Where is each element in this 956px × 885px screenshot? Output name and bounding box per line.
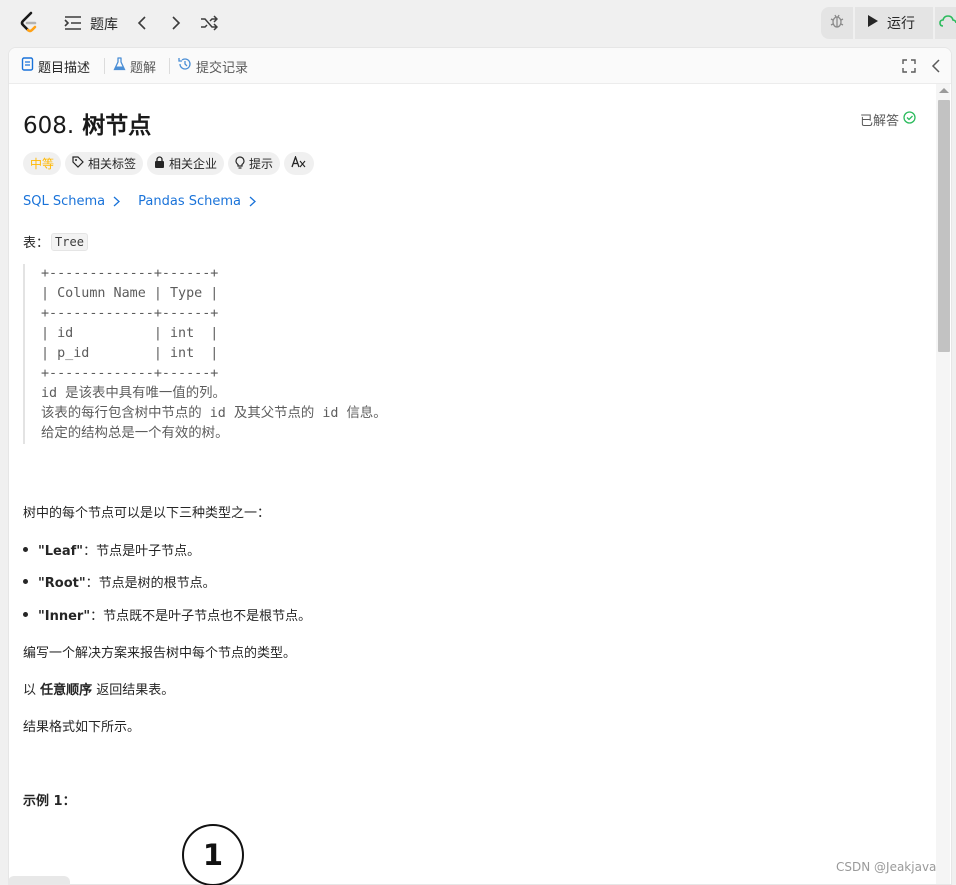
order-suffix: 返回结果表。 xyxy=(92,683,175,698)
submit-button[interactable] xyxy=(935,7,956,39)
type-desc: ：节点是叶子节点。 xyxy=(83,544,201,559)
related-tags-button[interactable]: 相关标签 xyxy=(65,152,144,175)
fullscreen-icon[interactable] xyxy=(900,57,918,75)
shuffle-icon[interactable] xyxy=(198,12,220,34)
example-heading: 示例 1： xyxy=(23,794,76,809)
related-tags-label: 相关标签 xyxy=(88,157,137,171)
type-name: "Root" xyxy=(38,576,86,591)
description-panel: 题目描述 题解 提交记录 608. 树节点 已解答 中等 相关标签 相关企业 提… xyxy=(8,47,952,885)
problem-title: 树节点 xyxy=(82,113,152,139)
schema-line: | Column Name | Type | xyxy=(41,286,219,301)
difficulty-badge: 中等 xyxy=(23,152,62,175)
problem-number: 608. xyxy=(23,113,75,139)
bullet-dot xyxy=(23,579,28,584)
chevron-right-icon xyxy=(249,196,256,207)
type-name: "Leaf" xyxy=(38,544,84,559)
tab-submissions[interactable]: 提交记录 xyxy=(178,56,248,76)
list-item: "Inner"：节点既不是叶子节点也不是根节点。 xyxy=(23,605,311,624)
table-name-code: Tree xyxy=(51,232,88,251)
scroll-up-arrow[interactable] xyxy=(939,88,949,93)
tab-description-label: 题目描述 xyxy=(38,60,91,76)
schema-line: 该表的每行包含树中节点的 id 及其父节点的 id 信息。 xyxy=(41,406,387,421)
related-companies-label: 相关企业 xyxy=(169,157,218,171)
schema-line: +-------------+------+ xyxy=(41,266,219,281)
tab-divider xyxy=(169,58,170,74)
solved-label: 已解答 xyxy=(860,114,900,129)
collapse-left-icon[interactable] xyxy=(927,57,945,75)
document-icon xyxy=(21,57,34,75)
leetcode-logo[interactable] xyxy=(16,10,42,36)
tag-icon xyxy=(72,156,84,171)
page-title: 608. 树节点 xyxy=(23,106,151,140)
tab-submissions-label: 提交记录 xyxy=(196,60,249,76)
problem-list-label[interactable]: 题库 xyxy=(90,14,118,34)
type-name: "Inner" xyxy=(38,609,91,624)
problem-content: 608. 树节点 已解答 中等 相关标签 相关企业 提示 SQL Schema … xyxy=(9,84,935,884)
run-button[interactable]: 运行 xyxy=(855,7,933,39)
run-label: 运行 xyxy=(887,16,915,32)
solved-status: 已解答 xyxy=(860,110,916,129)
chevron-right-icon xyxy=(113,196,121,207)
check-circle-icon xyxy=(903,111,916,128)
panel-tabs: 题目描述 题解 提交记录 xyxy=(9,48,951,84)
table-label-text: 表： xyxy=(23,236,50,251)
translate-icon xyxy=(291,155,307,171)
tab-divider xyxy=(104,58,105,74)
translate-button[interactable] xyxy=(284,152,315,175)
order-text: 以 任意顺序 返回结果表。 xyxy=(23,679,174,698)
tag-row: 中等 相关标签 相关企业 提示 xyxy=(23,152,315,175)
tree-node-circle: 1 xyxy=(182,824,244,885)
tab-description[interactable]: 题目描述 xyxy=(21,56,90,76)
order-bold: 任意顺序 xyxy=(40,683,93,698)
schema-links: SQL Schema Pandas Schema xyxy=(23,194,256,209)
intro-text: 树中的每个节点可以是以下三种类型之一： xyxy=(23,506,271,521)
watermark: CSDN @Jeakjava xyxy=(836,860,937,874)
schema-line: | p_id | int | xyxy=(41,346,219,361)
tree-node-label: 1 xyxy=(202,838,224,872)
schema-line: | id | int | xyxy=(41,326,219,341)
problem-list-icon[interactable] xyxy=(62,12,84,34)
schema-line: +-------------+------+ xyxy=(41,366,219,381)
hint-label: 提示 xyxy=(249,157,274,171)
pandas-schema-link[interactable]: Pandas Schema xyxy=(138,194,256,209)
difficulty-label: 中等 xyxy=(30,157,55,171)
schema-line: id 是该表中具有唯一值的列。 xyxy=(41,386,226,401)
related-companies-button[interactable]: 相关企业 xyxy=(147,152,225,175)
bottom-tab-strip xyxy=(8,876,70,885)
bullet-dot xyxy=(23,547,28,552)
lightbulb-icon xyxy=(235,155,245,172)
bullet-dot xyxy=(23,612,28,617)
chevron-left-icon[interactable] xyxy=(131,12,153,34)
tab-solutions[interactable]: 题解 xyxy=(113,56,156,76)
chevron-right-icon[interactable] xyxy=(165,12,187,34)
list-item: "Leaf"：节点是叶子节点。 xyxy=(23,540,200,559)
type-desc: ：节点既不是叶子节点也不是根节点。 xyxy=(90,609,312,624)
sql-schema-label: SQL Schema xyxy=(23,194,106,209)
hint-button[interactable]: 提示 xyxy=(228,152,281,175)
schema-line: +-------------+------+ xyxy=(41,306,219,321)
debug-button[interactable] xyxy=(821,7,853,39)
type-desc: ：节点是树的根节点。 xyxy=(85,576,216,591)
play-icon xyxy=(867,14,879,32)
sql-schema-link[interactable]: SQL Schema xyxy=(23,194,121,209)
pandas-schema-label: Pandas Schema xyxy=(138,194,241,209)
cloud-upload-icon xyxy=(939,13,956,33)
history-icon xyxy=(178,57,192,75)
bug-icon xyxy=(829,13,845,33)
top-bar: 题库 运行 xyxy=(0,0,956,46)
flask-icon xyxy=(113,57,126,75)
list-item: "Root"：节点是树的根节点。 xyxy=(23,572,216,591)
tab-solutions-label: 题解 xyxy=(130,60,157,76)
table-label: 表： Tree xyxy=(23,232,88,251)
order-prefix: 以 xyxy=(23,683,41,698)
schema-line: 给定的结构总是一个有效的树。 xyxy=(41,426,229,441)
scrollbar-thumb[interactable] xyxy=(938,100,950,352)
schema-block: +-------------+------+ | Column Name | T… xyxy=(23,264,623,444)
lock-icon xyxy=(154,156,165,171)
format-text: 结果格式如下所示。 xyxy=(23,720,141,735)
task-text: 编写一个解决方案来报告树中每个节点的类型。 xyxy=(23,646,297,661)
